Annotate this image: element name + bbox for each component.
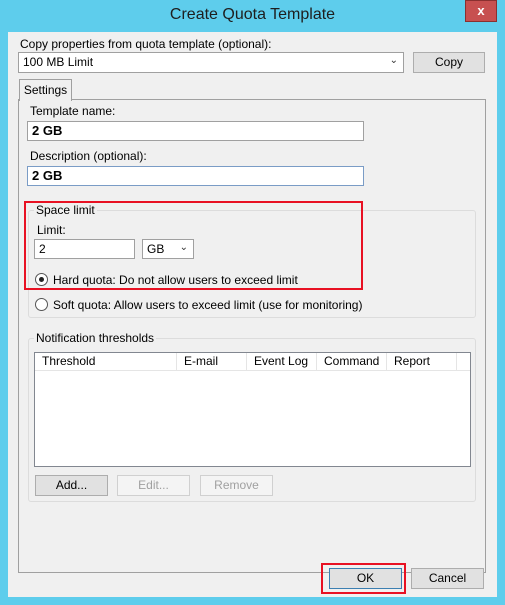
copy-from-select[interactable]: 100 MB Limit ⌄: [18, 52, 404, 73]
cancel-button[interactable]: Cancel: [411, 568, 484, 589]
add-button[interactable]: Add...: [35, 475, 108, 496]
column-threshold[interactable]: Threshold: [35, 353, 177, 370]
edit-button[interactable]: Edit...: [117, 475, 190, 496]
column-report[interactable]: Report: [387, 353, 457, 370]
thresholds-list[interactable]: Threshold E-mail Event Log Command Repor…: [34, 352, 471, 467]
description-label: Description (optional):: [30, 149, 147, 163]
chevron-down-icon: ⌄: [389, 55, 398, 66]
template-name-label: Template name:: [30, 104, 116, 118]
column-command[interactable]: Command: [317, 353, 387, 370]
soft-quota-label[interactable]: Soft quota: Allow users to exceed limit …: [53, 298, 362, 312]
description-input[interactable]: 2 GB: [27, 166, 364, 186]
column-event-log[interactable]: Event Log: [247, 353, 317, 370]
header-divider: [35, 370, 470, 371]
copy-from-label: Copy properties from quota template (opt…: [20, 37, 272, 51]
space-limit-highlight: [24, 201, 363, 290]
soft-quota-radio[interactable]: [35, 298, 48, 311]
ok-highlight: [321, 563, 406, 594]
window-title: Create Quota Template: [169, 6, 336, 23]
template-name-input[interactable]: 2 GB: [27, 121, 364, 141]
copy-from-value: 100 MB Limit: [23, 55, 94, 69]
copy-button[interactable]: Copy: [413, 52, 485, 73]
remove-button[interactable]: Remove: [200, 475, 273, 496]
close-button[interactable]: x: [465, 0, 497, 22]
column-email[interactable]: E-mail: [177, 353, 247, 370]
notification-legend: Notification thresholds: [34, 331, 157, 345]
tab-settings[interactable]: Settings: [19, 79, 72, 101]
